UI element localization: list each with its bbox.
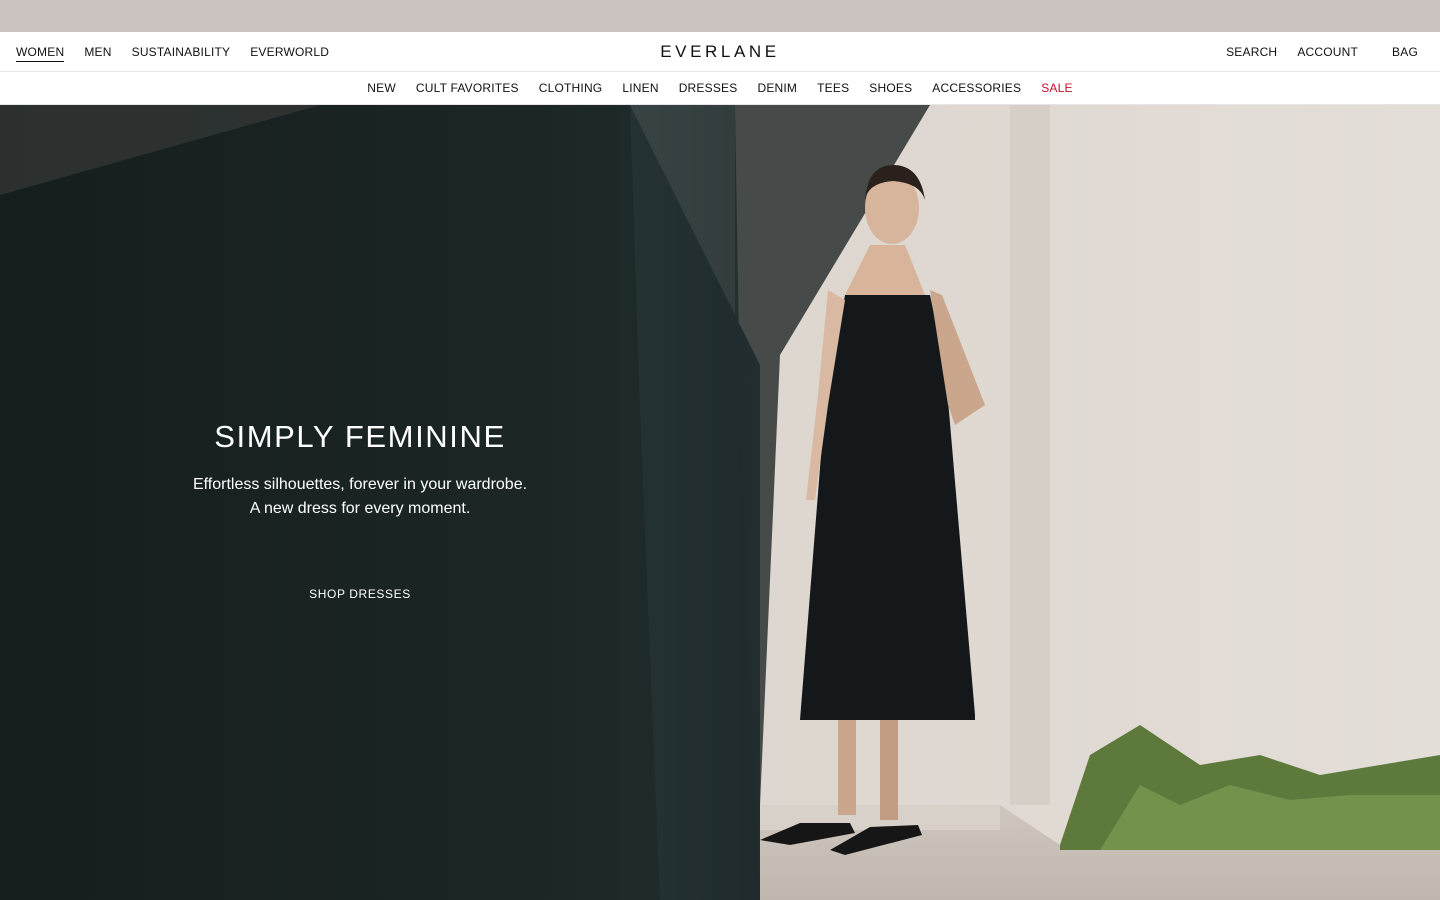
hero-subtitle-line-2: A new dress for every moment. [249, 500, 471, 517]
category-shoes[interactable]: SHOES [869, 81, 912, 95]
category-dresses[interactable]: DRESSES [679, 81, 738, 95]
top-navigation: WOMEN MEN SUSTAINABILITY EVERWORLD EVERL… [0, 32, 1440, 72]
category-navigation: NEW CULT FAVORITES CLOTHING LINEN DRESSE… [0, 72, 1440, 105]
category-cult-favorites[interactable]: CULT FAVORITES [416, 81, 519, 95]
category-linen[interactable]: LINEN [622, 81, 658, 95]
nav-women[interactable]: WOMEN [16, 45, 65, 62]
category-accessories[interactable]: ACCESSORIES [932, 81, 1021, 95]
hero-subtitle: Effortless silhouettes, forever in your … [160, 473, 560, 521]
announcement-bar [0, 0, 1440, 32]
category-sale[interactable]: SALE [1041, 81, 1073, 95]
category-denim[interactable]: DENIM [757, 81, 797, 95]
category-clothing[interactable]: CLOTHING [539, 81, 603, 95]
nav-sustainability[interactable]: SUSTAINABILITY [132, 45, 231, 59]
search-link[interactable]: SEARCH [1226, 45, 1277, 59]
category-tees[interactable]: TEES [817, 81, 849, 95]
hero-subtitle-line-1: Effortless silhouettes, forever in your … [192, 476, 528, 493]
nav-everworld[interactable]: EVERWORLD [250, 45, 329, 59]
gender-nav: WOMEN MEN SUSTAINABILITY EVERWORLD [16, 32, 329, 72]
bag-link[interactable]: BAG [1392, 45, 1418, 59]
hero-copy: SIMPLY FEMININE Effortless silhouettes, … [160, 415, 560, 605]
hero-banner[interactable]: SIMPLY FEMININE Effortless silhouettes, … [0, 105, 1440, 900]
account-link[interactable]: ACCOUNT [1297, 45, 1358, 59]
category-new[interactable]: NEW [367, 81, 396, 95]
utility-nav: SEARCH ACCOUNT BAG [1226, 32, 1418, 72]
hero-title: SIMPLY FEMININE [214, 419, 506, 454]
nav-men[interactable]: MEN [84, 45, 111, 59]
brand-logo[interactable]: EVERLANE [620, 32, 820, 72]
shop-dresses-button[interactable]: SHOP DRESSES [303, 583, 417, 605]
